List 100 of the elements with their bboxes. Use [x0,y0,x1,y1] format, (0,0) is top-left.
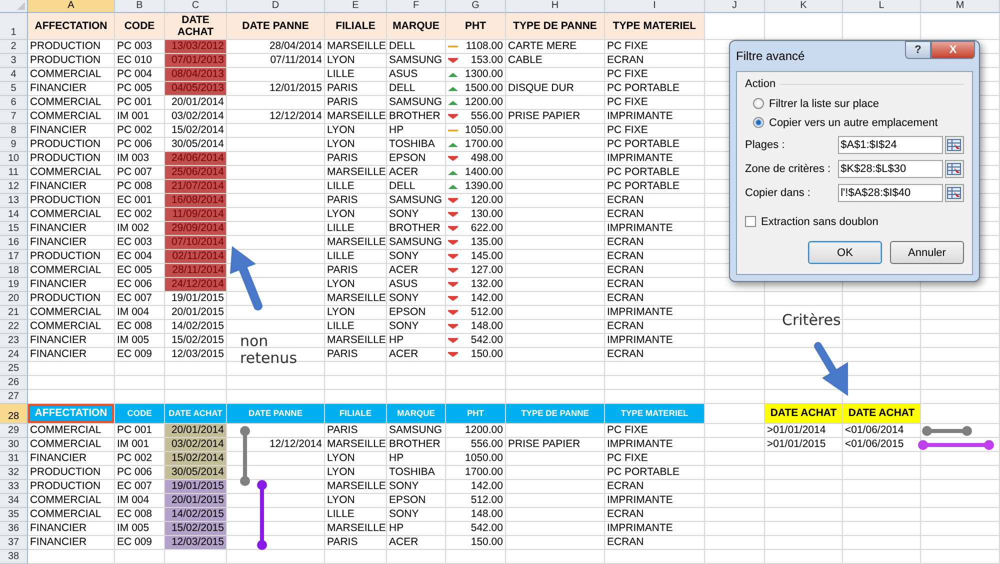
row-header[interactable]: 8 [0,124,28,138]
row-header[interactable]: 38 [0,550,28,564]
row-header[interactable]: 25 [0,362,28,376]
row-header[interactable]: 22 [0,320,28,334]
table-cell-text: FINANCIER [29,82,88,95]
table-cell-text: SONY [388,320,420,333]
column-header[interactable]: K [765,0,843,13]
row-header[interactable]: 35 [0,508,28,522]
table-cell-text: MARSEILLE [326,438,386,451]
table-cell-text: COMMERCIAL [29,96,102,109]
table-cell: 16/08/2014 [165,194,226,207]
row-header[interactable]: 13 [0,194,28,208]
table-cell-text: BROTHER [388,222,442,235]
radio-button[interactable] [753,98,764,109]
table-cell-text: PRODUCTION [29,152,102,165]
row-header[interactable]: 17 [0,250,28,264]
row-header[interactable]: 31 [0,452,28,466]
table-cell-text: FINANCIER [29,334,88,347]
table-cell-text: PRODUCTION [29,54,102,67]
row-header[interactable]: 18 [0,264,28,278]
row-header[interactable]: 3 [0,54,28,68]
row-header[interactable]: 29 [0,424,28,438]
row-header[interactable]: 32 [0,466,28,480]
table-cell-text: <01/06/2015 [844,438,905,451]
column-header[interactable]: I [605,0,705,13]
table-cell-text: PARIS [326,82,359,95]
table-cell-text: LILLE [326,250,356,263]
help-button[interactable]: ? [905,41,931,59]
table-cell-text: PARIS [326,536,359,549]
column-title: FILIALE [325,13,386,39]
ok-button[interactable]: OK [808,241,882,264]
column-header[interactable]: L [843,0,921,13]
table-cell-text: EC 002 [116,208,154,221]
row-header[interactable]: 20 [0,292,28,306]
table-cell-text: PC FIXE [606,96,649,109]
range-picker-button[interactable] [944,160,964,178]
row-header[interactable]: 10 [0,152,28,166]
row-header[interactable]: 16 [0,236,28,250]
table-cell: 127.00 [470,264,503,277]
table-cell-text: PC 006 [116,138,154,151]
checkbox[interactable] [745,216,756,227]
row-header[interactable]: 21 [0,306,28,320]
radio-button[interactable] [753,117,764,128]
row-header[interactable]: 28 [0,404,28,424]
checkbox-label[interactable]: Extraction sans doublon [761,216,878,228]
row-header[interactable]: 12 [0,180,28,194]
input-field[interactable]: l'!$A$28:$I$40 [838,184,943,202]
column-header[interactable]: G [446,0,506,13]
table-cell-text: PC FIXE [606,68,649,81]
table-cell: 07/10/2014 [165,236,226,249]
row-header[interactable]: 23 [0,334,28,348]
row-header[interactable]: 14 [0,208,28,222]
cancel-button[interactable]: Annuler [890,241,964,264]
table-cell: 29/09/2014 [165,222,226,235]
row-header[interactable]: 34 [0,494,28,508]
row-header[interactable]: 33 [0,480,28,494]
radio-label[interactable]: Filtrer la liste sur place [769,98,880,110]
row-header[interactable]: 11 [0,166,28,180]
row-header[interactable]: 2 [0,40,28,54]
table-cell-text: ECRAN [606,250,645,263]
range-picker-button[interactable] [944,184,964,202]
row-header[interactable]: 7 [0,110,28,124]
column-header[interactable]: H [506,0,605,13]
row-header[interactable]: 4 [0,68,28,82]
table-cell-text: DISQUE DUR [507,82,575,95]
row-header[interactable]: 24 [0,348,28,362]
row-header[interactable]: 1 [0,13,28,40]
table-cell-text: COMMERCIAL [29,424,102,437]
table-cell-text: PC PORTABLE [606,166,681,179]
column-header[interactable]: D [227,0,325,13]
input-field[interactable]: $A$1:$I$24 [838,136,943,154]
row-header[interactable]: 19 [0,278,28,292]
column-header[interactable]: F [387,0,446,13]
table-cell: 21/07/2014 [165,180,226,193]
range-picker-button[interactable] [944,136,964,154]
table-cell-text: EC 001 [116,194,154,207]
row-header[interactable]: 27 [0,390,28,404]
table-cell-text: EC 010 [116,54,154,67]
column-header[interactable]: J [705,0,765,13]
row-header[interactable]: 36 [0,522,28,536]
table-cell-text: FINANCIER [29,180,88,193]
column-header[interactable]: B [115,0,165,13]
table-cell-text: LYON [326,124,356,137]
row-header[interactable]: 9 [0,138,28,152]
table-cell-text: ASUS [388,68,419,81]
row-header[interactable]: 30 [0,438,28,452]
row-header[interactable]: 37 [0,536,28,550]
column-header[interactable]: C [165,0,227,13]
row-header[interactable]: 26 [0,376,28,390]
row-header[interactable]: 5 [0,82,28,96]
row-header[interactable]: 6 [0,96,28,110]
input-field[interactable]: $K$28:$L$30 [838,160,943,178]
table-cell-text: BROTHER [388,110,442,123]
column-header[interactable]: E [325,0,387,13]
radio-label[interactable]: Copier vers un autre emplacement [769,116,938,128]
column-header[interactable]: M [921,0,1000,13]
range-marker [240,426,250,486]
column-header[interactable]: A [28,0,115,13]
table-cell-text: EC 007 [116,292,154,305]
row-header[interactable]: 15 [0,222,28,236]
